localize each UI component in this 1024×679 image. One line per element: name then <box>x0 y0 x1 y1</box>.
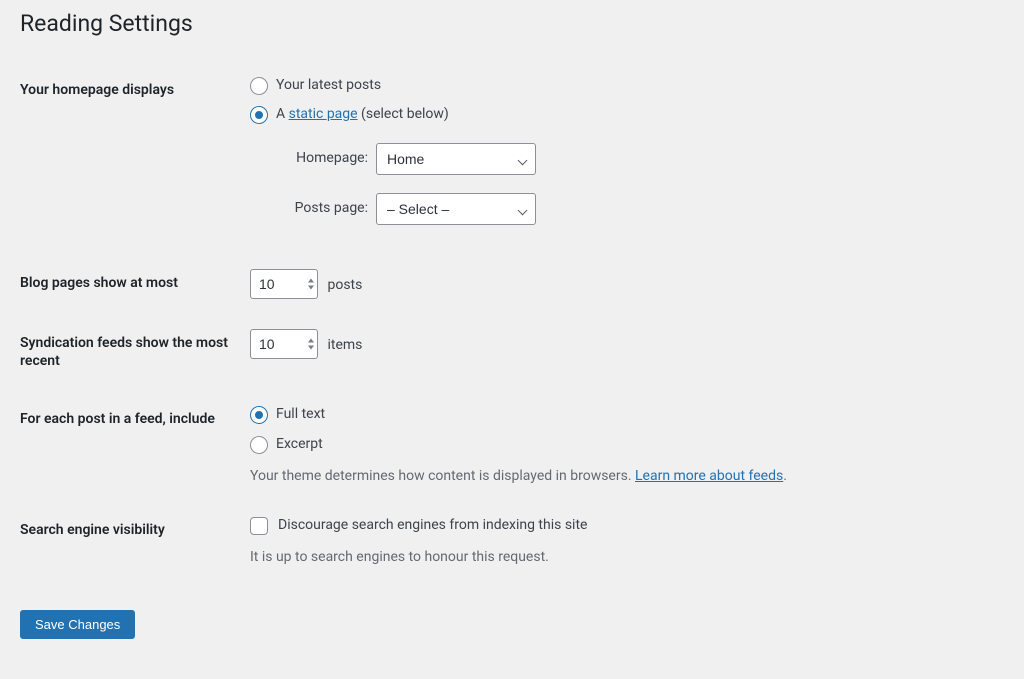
label-search-visibility: Search engine visibility <box>20 501 240 582</box>
search-visibility-checkbox-label: Discourage search engines from indexing … <box>278 516 587 536</box>
save-changes-button[interactable]: Save Changes <box>20 610 135 639</box>
label-homepage-displays: Your homepage displays <box>20 61 240 254</box>
search-visibility-note: It is up to search engines to honour thi… <box>250 548 994 568</box>
radio-excerpt-label: Excerpt <box>276 435 323 455</box>
radio-full-text[interactable] <box>250 406 268 424</box>
label-syndication: Syndication feeds show the most recent <box>20 314 240 390</box>
syndication-unit: items <box>327 337 362 353</box>
page-title: Reading Settings <box>20 0 1004 61</box>
radio-excerpt[interactable] <box>250 436 268 454</box>
radio-static-page-label: A static page (select below) <box>276 105 449 125</box>
radio-static-page[interactable] <box>250 106 268 124</box>
label-feed-content: For each post in a feed, include <box>20 390 240 501</box>
settings-form-table: Your homepage displays Your latest posts… <box>20 61 1004 583</box>
radio-full-text-label: Full text <box>276 405 325 425</box>
radio-latest-posts[interactable] <box>250 77 268 95</box>
syndication-input[interactable] <box>250 329 318 359</box>
label-blog-pages: Blog pages show at most <box>20 254 240 314</box>
learn-more-feeds-link[interactable]: Learn more about feeds <box>635 468 783 484</box>
static-page-link[interactable]: static page <box>289 106 358 122</box>
posts-page-select-label: Posts page: <box>278 199 368 219</box>
search-visibility-checkbox[interactable] <box>250 517 268 535</box>
posts-page-select[interactable]: – Select – <box>376 193 536 225</box>
radio-latest-posts-label: Your latest posts <box>276 76 381 96</box>
feed-description: Your theme determines how content is dis… <box>250 467 994 487</box>
homepage-select-label: Homepage: <box>278 149 368 169</box>
homepage-select[interactable]: Home <box>376 143 536 175</box>
blog-pages-unit: posts <box>327 277 362 293</box>
blog-pages-input[interactable] <box>250 269 318 299</box>
